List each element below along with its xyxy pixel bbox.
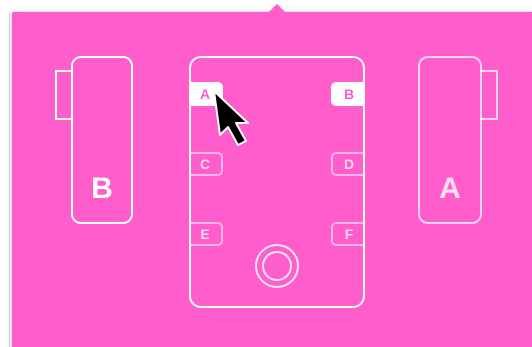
home-button[interactable] [255,244,299,288]
slot-b-button[interactable]: B [331,82,365,106]
slot-e-button[interactable]: E [189,222,223,246]
left-device-side-button [55,70,73,120]
controller-assignment-popover: B A B C D E F A [12,12,532,347]
popover-caret [268,4,286,13]
left-device-b[interactable]: B [55,56,133,224]
top-strip [0,0,532,12]
slot-c-button[interactable]: C [189,152,223,176]
left-edge [0,12,12,347]
right-device-side-button [480,70,498,120]
right-device-a[interactable]: A [418,56,498,224]
mouse-cursor-icon [213,90,249,146]
screen: B A B C D E F A [0,0,532,347]
left-device-label: B [91,172,113,205]
right-device-label: A [439,172,461,205]
slot-f-button[interactable]: F [331,222,365,246]
home-button-inner-ring [262,251,292,281]
slot-d-button[interactable]: D [331,152,365,176]
